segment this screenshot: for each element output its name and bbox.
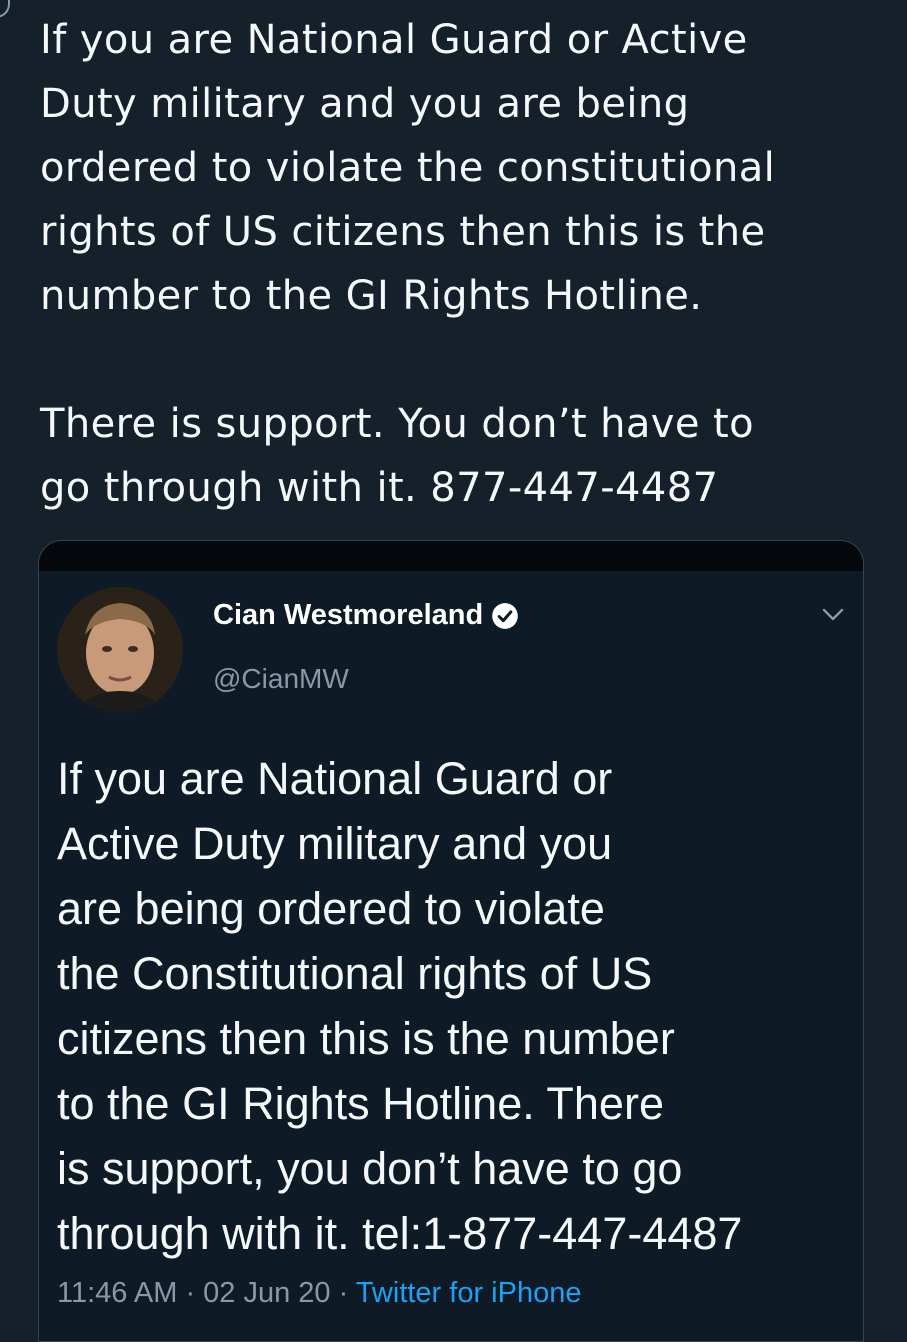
author-name[interactable]: Cian Westmoreland <box>213 599 519 632</box>
chevron-down-icon[interactable] <box>821 607 845 623</box>
quoted-tweet-text: If you are National Guard or Active Duty… <box>57 753 743 1259</box>
avatar[interactable] <box>57 587 183 713</box>
verified-badge-icon <box>491 602 519 630</box>
quoted-tweet-top-bar <box>39 541 863 571</box>
thread-connector-arc <box>0 0 10 18</box>
meta-separator: · <box>330 1277 356 1309</box>
source-link[interactable]: Twitter for iPhone <box>356 1277 582 1309</box>
tweet-metadata: 11:46 AM · 02 Jun 20 · Twitter for iPhon… <box>57 1277 581 1310</box>
tweet-date[interactable]: 02 Jun 20 <box>203 1277 330 1309</box>
tweet-time[interactable]: 11:46 AM <box>57 1277 177 1309</box>
author-name-label: Cian Westmoreland <box>213 599 484 631</box>
author-handle[interactable]: @CianMW <box>213 663 349 695</box>
quoted-tweet-screenshot[interactable]: Cian Westmoreland @CianMW If you are Nat… <box>38 540 864 1342</box>
tweet-text: If you are National Guard or Active Duty… <box>40 17 776 511</box>
meta-separator: · <box>177 1277 204 1309</box>
